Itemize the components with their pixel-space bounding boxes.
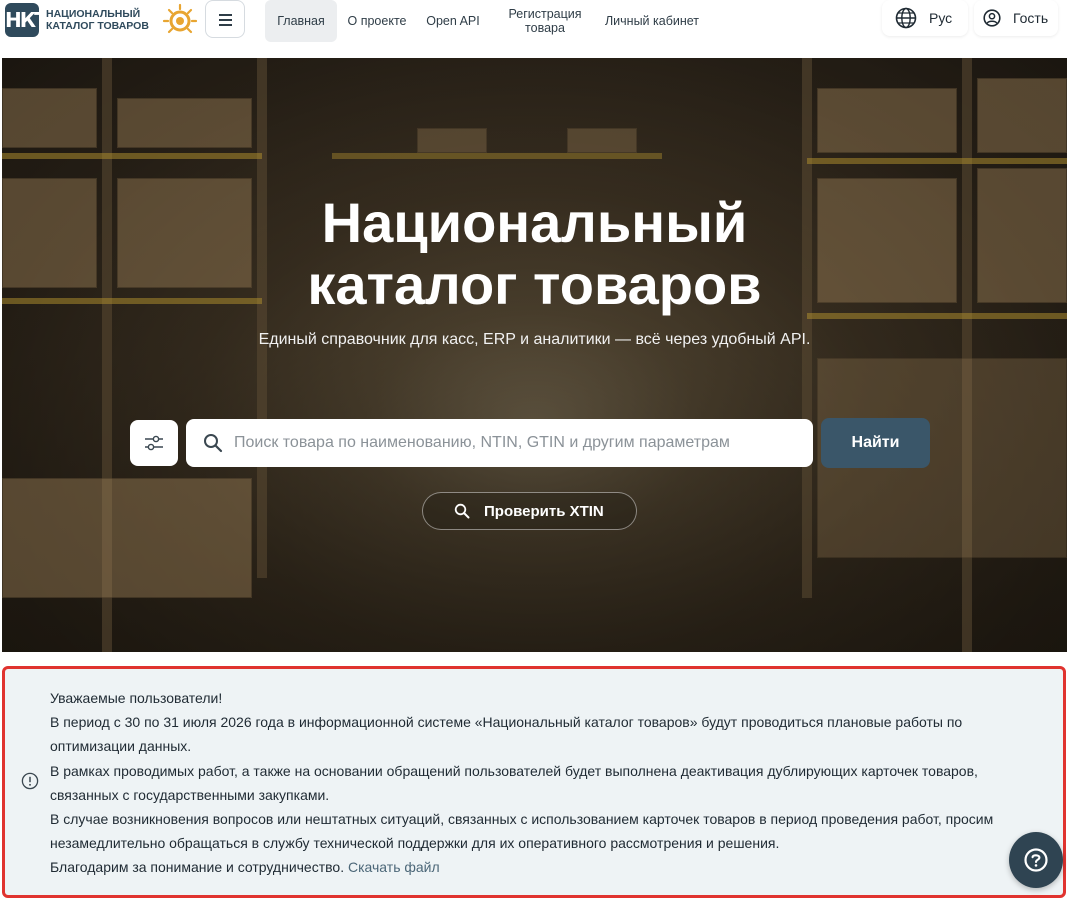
notice-greeting: Уважаемые пользователи! bbox=[50, 690, 223, 706]
search-icon bbox=[454, 503, 470, 519]
logo-mark: НКТ bbox=[5, 3, 48, 37]
question-icon bbox=[1024, 848, 1048, 872]
check-xtin-label: Проверить XTIN bbox=[484, 502, 604, 520]
check-xtin-button[interactable]: Проверить XTIN bbox=[422, 492, 637, 530]
user-label: Гость bbox=[1013, 10, 1049, 26]
hero-title-line1: Национальный bbox=[321, 191, 748, 254]
help-button[interactable] bbox=[1009, 832, 1063, 888]
logo-line2: КАТАЛОГ ТОВАРОВ bbox=[46, 20, 149, 32]
search-button[interactable]: Найти bbox=[821, 418, 930, 468]
nav-item-home[interactable]: Главная bbox=[265, 0, 337, 42]
hero-banner: Национальный каталог товаров Единый спра… bbox=[2, 58, 1067, 652]
globe-icon bbox=[895, 7, 917, 29]
filter-button[interactable] bbox=[130, 420, 178, 466]
notice-paragraph: В случае возникновения вопросов или нешт… bbox=[50, 811, 994, 852]
info-icon bbox=[21, 772, 39, 790]
notice-text: Уважаемые пользователи! В период с 30 по… bbox=[50, 686, 1040, 880]
search-input[interactable]: Поиск товара по наименованию, NTIN, GTIN… bbox=[186, 419, 813, 467]
logo-line1: НАЦИОНАЛЬНЫЙ bbox=[46, 8, 141, 20]
hero-title-line2: каталог товаров bbox=[307, 253, 762, 316]
maintenance-notice: Уважаемые пользователи! В период с 30 по… bbox=[2, 666, 1066, 898]
notice-closing-line: Благодарим за понимание и сотрудничество… bbox=[50, 855, 1040, 879]
logo-sun-icon bbox=[162, 3, 198, 34]
nav-item-open-api[interactable]: Open API bbox=[418, 0, 488, 42]
notice-closing: Благодарим за понимание и сотрудничество… bbox=[50, 859, 345, 876]
hero-title: Национальный каталог товаров bbox=[2, 192, 1067, 316]
search-icon bbox=[204, 434, 223, 453]
header: НКТ НАЦИОНАЛЬНЫЙ КАТАЛОГ ТОВАРОВ Главная… bbox=[0, 0, 1067, 56]
notice-paragraph: В рамках проводимых работ, а также на ос… bbox=[50, 762, 978, 803]
nav-item-about[interactable]: О проекте bbox=[342, 0, 412, 42]
nav-item-product-registration[interactable]: Регистрация товара bbox=[500, 0, 590, 42]
hero-subtitle: Единый справочник для касс, ERP и аналит… bbox=[258, 331, 811, 348]
logo[interactable]: НКТ НАЦИОНАЛЬНЫЙ КАТАЛОГ ТОВАРОВ bbox=[5, 3, 198, 37]
filter-icon bbox=[145, 435, 163, 451]
search-placeholder: Поиск товара по наименованию, NTIN, GTIN… bbox=[234, 434, 730, 451]
language-button[interactable]: Рус bbox=[882, 0, 968, 36]
notice-paragraph: В период с 30 по 31 июля 2026 года в инф… bbox=[50, 714, 963, 755]
user-icon bbox=[983, 9, 1001, 27]
menu-icon bbox=[219, 14, 232, 16]
menu-button[interactable] bbox=[205, 0, 245, 38]
language-label: Рус bbox=[929, 10, 953, 26]
nav-item-personal-account[interactable]: Личный кабинет bbox=[600, 0, 704, 42]
logo-text: НАЦИОНАЛЬНЫЙ КАТАЛОГ ТОВАРОВ bbox=[46, 8, 149, 32]
download-file-link[interactable]: Скачать файл bbox=[348, 859, 440, 875]
user-button[interactable]: Гость bbox=[974, 0, 1058, 36]
